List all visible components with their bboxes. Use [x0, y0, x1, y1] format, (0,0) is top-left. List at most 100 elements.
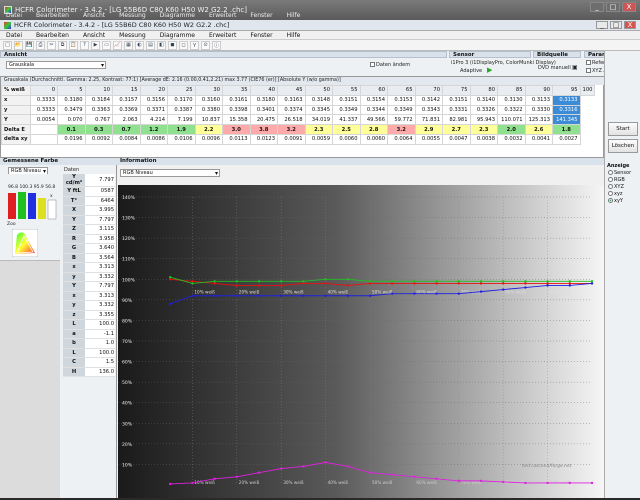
column-header[interactable]: 45 [277, 85, 306, 96]
table-cell[interactable]: 0.3151 [332, 94, 361, 106]
column-header[interactable]: 60 [359, 85, 389, 96]
outer-menu-diagramme[interactable]: Diagramme [160, 12, 195, 20]
outer-menu-erweitert[interactable]: Erweitert [209, 12, 236, 20]
column-header[interactable]: 15 [112, 85, 141, 96]
table-cell[interactable]: 0.0060 [359, 133, 389, 145]
column-header[interactable]: 20 [139, 85, 169, 96]
table-cell[interactable]: 0.3156 [139, 94, 169, 106]
open-icon[interactable]: 📂 [14, 40, 23, 50]
table-cell[interactable]: 0.3180 [57, 94, 86, 106]
daten-aendern-checkbox[interactable]: Daten ändern [370, 62, 410, 68]
table-cell[interactable]: 0.3316 [552, 104, 581, 116]
table-cell[interactable] [29, 124, 59, 135]
anzeige-option-xyz[interactable]: xyz [608, 191, 631, 198]
table-cell[interactable]: 0.0055 [414, 133, 444, 145]
menu-messung[interactable]: Messung [119, 32, 146, 39]
table-cell[interactable]: 15.358 [222, 114, 251, 126]
column-header[interactable]: 70 [414, 85, 444, 96]
radio-icon[interactable] [608, 191, 613, 196]
table-cell[interactable]: 0.3 [84, 124, 114, 135]
table-cell[interactable]: 0.3333 [29, 104, 59, 116]
table-cell[interactable]: 0.3326 [469, 104, 499, 116]
column-header[interactable]: 100 [579, 85, 596, 96]
color-icon[interactable]: ◐ [135, 40, 144, 50]
checkbox-box[interactable] [370, 62, 375, 67]
table-cell[interactable]: 3.2 [387, 124, 416, 135]
outer-menu-fenster[interactable]: Fenster [250, 12, 272, 20]
table-cell[interactable]: 82.981 [442, 114, 471, 126]
table-cell[interactable]: 3.2 [277, 124, 306, 135]
table-cell[interactable]: 0.3349 [387, 104, 416, 116]
table-cell[interactable]: 2.7 [442, 124, 471, 135]
swatch-icon[interactable]: ▤ [146, 40, 155, 50]
menu-diagramme[interactable]: Diagramme [160, 32, 195, 39]
table-cell[interactable]: 20.475 [249, 114, 279, 126]
table-cell[interactable]: 0.3330 [524, 104, 554, 116]
table-cell[interactable]: 0.3380 [194, 104, 224, 116]
table-cell[interactable]: 125.313 [524, 114, 554, 126]
table-cell[interactable]: 2.063 [112, 114, 141, 126]
table-cell[interactable]: 0.0123 [249, 133, 279, 145]
table-cell[interactable]: 0.0096 [194, 133, 224, 145]
table-cell[interactable]: 3.0 [222, 124, 251, 135]
table-cell[interactable]: 0.3401 [249, 104, 279, 116]
inner-close-button[interactable]: X [624, 21, 636, 29]
graph-icon[interactable]: 📈 [113, 40, 122, 50]
table-cell[interactable]: 0.3133 [552, 94, 581, 106]
grid-icon[interactable]: ▦ [124, 40, 133, 50]
table-cell[interactable]: 0.3170 [167, 94, 196, 106]
menu-hilfe[interactable]: Hilfe [287, 32, 301, 39]
table-cell[interactable]: 0.3151 [442, 94, 471, 106]
column-header[interactable]: 30 [194, 85, 224, 96]
anzeige-option-xyy[interactable]: xyY [608, 198, 631, 205]
inner-maximize-button[interactable]: □ [610, 21, 622, 29]
table-cell[interactable]: 0.0086 [139, 133, 169, 145]
loeschen-button[interactable]: Löschen [608, 139, 638, 153]
ccd-icon[interactable]: ⊙ [201, 40, 210, 50]
table-cell[interactable]: 0.3160 [194, 94, 224, 106]
column-header[interactable]: 35 [222, 85, 251, 96]
table-cell[interactable]: 0.3398 [222, 104, 251, 116]
gamma-icon[interactable]: γ [190, 40, 199, 50]
table-cell[interactable]: 0.0092 [84, 133, 114, 145]
table-cell[interactable]: 0.3142 [414, 94, 444, 106]
outer-menu-ansicht[interactable]: Ansicht [83, 12, 105, 20]
table-cell[interactable]: 0.3349 [332, 104, 361, 116]
table-cell[interactable]: 0.3133 [524, 94, 554, 106]
table-cell[interactable]: 0.0113 [222, 133, 251, 145]
print-icon[interactable]: ⎙ [36, 40, 45, 50]
table-cell[interactable]: 0.3345 [304, 104, 334, 116]
table-cell[interactable] [29, 133, 59, 145]
table-cell[interactable]: 0.3322 [497, 104, 526, 116]
radio-icon[interactable] [608, 198, 613, 203]
table-cell[interactable]: 0.3157 [112, 94, 141, 106]
column-header[interactable]: % weiß [1, 85, 31, 96]
table-cell[interactable]: 2.0 [497, 124, 526, 135]
table-cell[interactable]: 0.3130 [497, 94, 526, 106]
checkbox-box[interactable] [586, 68, 591, 73]
radio-icon[interactable] [608, 170, 613, 175]
near-white-icon[interactable]: ◻ [179, 40, 188, 50]
column-header[interactable]: 55 [332, 85, 361, 96]
table-cell[interactable]: 0.0038 [469, 133, 499, 145]
table-cell[interactable]: 0.767 [84, 114, 114, 126]
table-cell[interactable]: 0.3184 [84, 94, 114, 106]
dvd-icon[interactable]: ▣ [572, 64, 578, 71]
column-header[interactable]: 40 [249, 85, 279, 96]
table-cell[interactable]: 141.345 [552, 114, 581, 126]
table-cell[interactable]: 1.9 [167, 124, 196, 135]
display-icon[interactable]: ▭ [102, 40, 111, 50]
new-icon[interactable]: □ [3, 40, 12, 50]
table-cell[interactable]: 0.0084 [112, 133, 141, 145]
table-cell[interactable]: 59.772 [387, 114, 416, 126]
table-cell[interactable]: 2.2 [194, 124, 224, 135]
table-cell[interactable]: 3.8 [249, 124, 279, 135]
column-header[interactable]: 65 [387, 85, 416, 96]
table-cell[interactable]: 0.3148 [304, 94, 334, 106]
table-cell[interactable]: 0.3369 [112, 104, 141, 116]
anzeige-option-sensor[interactable]: Sensor [608, 170, 631, 177]
cut-icon[interactable]: ✂ [47, 40, 56, 50]
column-header[interactable]: 50 [304, 85, 334, 96]
table-cell[interactable]: 0.0196 [57, 133, 86, 145]
play-icon[interactable]: ▶ [487, 66, 492, 74]
